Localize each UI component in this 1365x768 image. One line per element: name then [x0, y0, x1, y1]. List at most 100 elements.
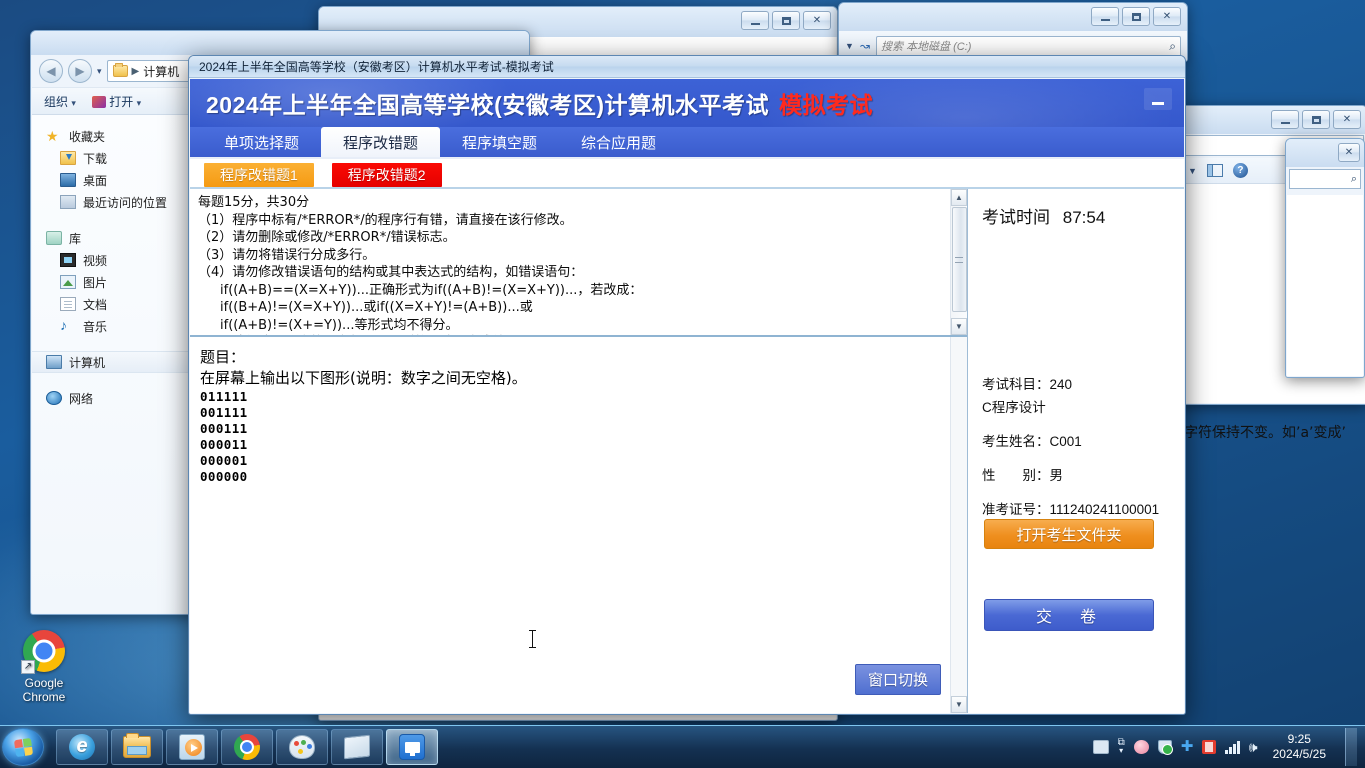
exam-tabs[interactable]: 单项选择题 程序改错题 程序填空题 综合应用题 — [190, 127, 1184, 159]
minimize-icon[interactable] — [1144, 88, 1172, 110]
tab-program-correction[interactable]: 程序改错题 — [321, 127, 441, 157]
breadcrumb-current[interactable]: 计算机 — [143, 63, 179, 80]
sidebar-item-label: 最近访问的位置 — [83, 195, 168, 210]
close-icon[interactable]: ✕ — [803, 11, 831, 30]
minimize-icon[interactable] — [1091, 7, 1119, 26]
network-signal-icon[interactable] — [1225, 740, 1240, 754]
student-name: C001 — [1049, 434, 1082, 449]
taskbar-google-chrome[interactable] — [221, 729, 273, 765]
open-menu[interactable]: 打开 ▾ — [91, 93, 141, 110]
close-icon[interactable]: ✕ — [1338, 143, 1360, 162]
close-icon[interactable]: ✕ — [1153, 7, 1181, 26]
question-editor-area[interactable]: 题目： 在屏幕上输出以下图形(说明：数字之间无空格)。 011111 00111… — [190, 337, 967, 713]
maximize-icon[interactable] — [1302, 110, 1330, 129]
minimize-icon[interactable] — [1271, 110, 1299, 129]
preview-pane-icon[interactable] — [1206, 164, 1223, 177]
sidebar-item-documents[interactable]: 文档 — [32, 293, 191, 315]
sidebar-item-label: 文档 — [83, 297, 108, 312]
search-input[interactable]: 搜索 本地磁盘 (C:) ⌕ — [875, 35, 1181, 57]
close-icon[interactable]: ✕ — [1333, 110, 1361, 129]
scrollbar-thumb[interactable] — [951, 207, 967, 312]
window-controls[interactable]: ✕ — [1271, 110, 1361, 129]
instructions-scrollbar[interactable]: ▲ ▼ — [950, 189, 967, 335]
subtab-correction-1[interactable]: 程序改错题1 — [204, 163, 314, 187]
timer-value: 87:54 — [1062, 208, 1106, 227]
sidebar-item-label: 桌面 — [83, 173, 108, 188]
forward-button[interactable]: ▶ — [68, 59, 92, 83]
subject-label: 考试科目： — [982, 377, 1050, 392]
flower-icon[interactable] — [1133, 740, 1149, 754]
scrollbar-track[interactable] — [951, 206, 967, 318]
scroll-down-icon[interactable]: ▼ — [951, 696, 967, 713]
maximize-icon[interactable] — [1122, 7, 1150, 26]
subtab-correction-2[interactable]: 程序改错题2 — [331, 163, 442, 187]
sidebar-item-videos[interactable]: 视频 — [32, 249, 191, 271]
system-tray[interactable]: ⧉ ▾ ✚ 🕪 9:25 2024/5/25 — [1092, 728, 1365, 766]
exam-info-panel: 考试时间 87:54 考试科目：240 C程序设计 考生姓名：C001 性 别：… — [968, 189, 1184, 713]
maximize-icon[interactable] — [772, 11, 800, 30]
tab-comprehensive[interactable]: 综合应用题 — [559, 127, 678, 157]
refresh-icon[interactable]: ↝ — [860, 39, 870, 53]
exam-application-window[interactable]: 2024年上半年全国高等学校（安徽考区）计算机水平考试-模拟考试 2024年上半… — [188, 55, 1186, 715]
question-heading: 题目： — [200, 348, 246, 366]
window-controls[interactable]: ✕ — [741, 11, 831, 30]
window-controls[interactable]: ✕ — [1338, 143, 1360, 162]
tab-program-fill-blank[interactable]: 程序填空题 — [440, 127, 559, 157]
tab-single-choice[interactable]: 单项选择题 — [202, 127, 321, 157]
clock-time: 9:25 — [1287, 732, 1311, 746]
volume-icon[interactable]: 🕪 — [1249, 740, 1258, 754]
window-controls[interactable]: ✕ — [1091, 7, 1181, 26]
taskbar-file-explorer[interactable] — [111, 729, 163, 765]
sidebar-item-pictures[interactable]: 图片 — [32, 271, 191, 293]
sidebar-item-desktop[interactable]: 桌面 — [32, 169, 191, 191]
taskbar-windows-media-player[interactable] — [166, 729, 218, 765]
taskbar-items[interactable] — [56, 729, 438, 765]
instruction-line-2: （2）请勿删除或修改/*ERROR*/错误标志。 — [198, 230, 456, 245]
taskbar-internet-explorer[interactable] — [56, 729, 108, 765]
open-candidate-folder-button[interactable]: 打开考生文件夹 — [984, 519, 1154, 549]
ticket-row: 准考证号：111240241100001 — [982, 499, 1174, 520]
sidebar-item-computer[interactable]: 计算机 — [32, 351, 191, 373]
pattern-line-4: 000011 — [200, 437, 248, 452]
background-window-search[interactable]: ✕ ▼ ↝ 搜索 本地磁盘 (C:) ⌕ — [838, 2, 1188, 62]
sidebar-item-music[interactable]: ♪ 音乐 — [32, 315, 191, 337]
submit-exam-button[interactable]: 交 卷 — [984, 599, 1154, 631]
windows-start-orb[interactable] — [2, 728, 44, 766]
show-hidden-icons-icon[interactable]: ⧉ ▾ — [1118, 738, 1125, 755]
taskbar-paint[interactable] — [276, 729, 328, 765]
sidebar-item-network[interactable]: 网络 — [32, 387, 191, 409]
minimize-icon[interactable] — [741, 11, 769, 30]
taskbar[interactable]: ⧉▾ ✚ 🕪 9:25 2024/5/25 — [0, 725, 1365, 768]
desktop-icon-google-chrome[interactable]: ↗ Google Chrome — [8, 630, 80, 704]
antivirus-icon[interactable] — [1202, 740, 1217, 754]
chevron-down-icon[interactable]: ▼ — [1188, 166, 1197, 176]
explorer-navigation-pane[interactable]: ★ 收藏夹 下载 桌面 最近访问的位置 库 视频 图片 文档 ♪ 音乐 计算机 … — [32, 115, 192, 613]
background-window-far-right[interactable]: ✕ ⌕ — [1285, 138, 1365, 378]
window-switch-button[interactable]: 窗口切换 — [854, 664, 941, 695]
keyboard-icon[interactable] — [1092, 740, 1109, 754]
back-button[interactable]: ◀ — [39, 59, 63, 83]
chevron-down-icon[interactable]: ▼ — [845, 41, 854, 51]
sidebar-item-libraries[interactable]: 库 — [32, 227, 191, 249]
sidebar-item-recent-places[interactable]: 最近访问的位置 — [32, 191, 191, 213]
help-icon[interactable]: ? — [1232, 163, 1248, 178]
taskbar-exam-client[interactable] — [386, 729, 438, 765]
sidebar-item-downloads[interactable]: 下载 — [32, 147, 191, 169]
organize-menu[interactable]: 组织 ▾ — [44, 93, 76, 110]
security-shield-icon[interactable] — [1157, 740, 1173, 755]
chevron-down-icon: ▾ — [71, 97, 76, 108]
taskbar-clock[interactable]: 9:25 2024/5/25 — [1267, 732, 1332, 762]
scroll-down-icon[interactable]: ▼ — [951, 318, 967, 335]
sidebar-item-favorites[interactable]: ★ 收藏夹 — [32, 125, 191, 147]
subject-row: 考试科目：240 — [982, 374, 1174, 395]
recent-pages-icon[interactable]: ▾ — [97, 66, 102, 77]
bluetooth-icon[interactable]: ✚ — [1181, 739, 1194, 754]
taskbar-notepad[interactable] — [331, 729, 383, 765]
scroll-up-icon[interactable]: ▲ — [951, 189, 967, 206]
search-input[interactable]: ⌕ — [1289, 169, 1361, 189]
exam-subtabs[interactable]: 程序改错题1 程序改错题2 — [190, 159, 1184, 189]
breadcrumb-separator-icon: ▶ — [131, 65, 140, 77]
editor-scrollbar[interactable]: ▼ — [950, 337, 967, 713]
sidebar-item-label: 网络 — [69, 391, 94, 406]
show-desktop-button[interactable] — [1345, 728, 1357, 766]
